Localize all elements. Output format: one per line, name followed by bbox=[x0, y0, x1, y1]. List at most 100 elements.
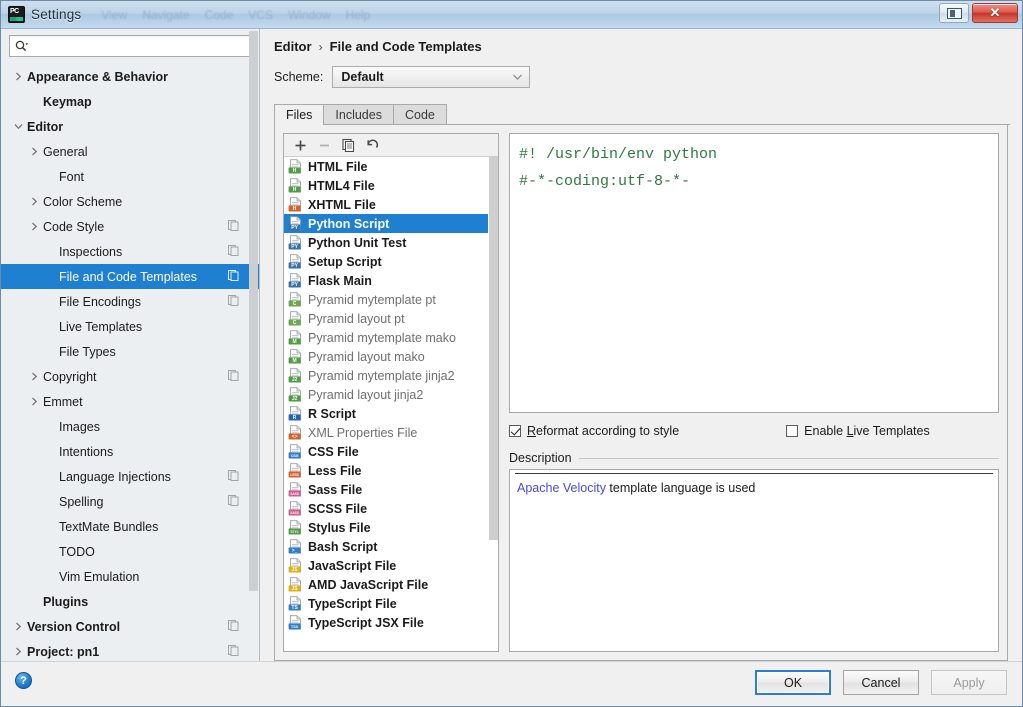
ok-button[interactable]: OK bbox=[755, 670, 831, 695]
scheme-select[interactable]: Default bbox=[332, 66, 531, 88]
chevron-right-icon[interactable] bbox=[25, 197, 43, 206]
search-input[interactable] bbox=[32, 38, 245, 54]
close-window-button[interactable]: ✕ bbox=[972, 3, 1018, 23]
copy-settings-icon[interactable] bbox=[228, 619, 239, 634]
template-list-item[interactable]: <> XML Properties File bbox=[284, 423, 498, 442]
reset-template-button[interactable] bbox=[361, 135, 383, 155]
template-list-item[interactable]: C Pyramid layout pt bbox=[284, 309, 498, 328]
template-list-item[interactable]: PY Python Unit Test bbox=[284, 233, 498, 252]
sidebar-item-emmet[interactable]: Emmet bbox=[1, 389, 259, 414]
copy-settings-icon[interactable] bbox=[228, 469, 239, 484]
chevron-right-icon[interactable] bbox=[9, 72, 27, 81]
sidebar-item-intentions[interactable]: Intentions bbox=[1, 439, 259, 464]
template-list-item[interactable]: PY Flask Main bbox=[284, 271, 498, 290]
breadcrumb-parent[interactable]: Editor bbox=[274, 39, 312, 54]
template-list-item[interactable]: M Pyramid layout mako bbox=[284, 347, 498, 366]
chevron-right-icon[interactable] bbox=[9, 647, 27, 656]
sidebar-item-vim-emulation[interactable]: Vim Emulation bbox=[1, 564, 259, 589]
sidebar-item-todo[interactable]: TODO bbox=[1, 539, 259, 564]
tab-code[interactable]: Code bbox=[392, 104, 447, 124]
sidebar-item-file-and-code-templates[interactable]: File and Code Templates bbox=[1, 264, 259, 289]
template-list-item[interactable]: R R Script bbox=[284, 404, 498, 423]
template-list-item[interactable]: J2 Pyramid mytemplate jinja2 bbox=[284, 366, 498, 385]
template-list-item[interactable]: SASS SCSS File bbox=[284, 499, 498, 518]
copy-settings-icon[interactable] bbox=[228, 294, 239, 309]
template-list-item[interactable]: SASS Sass File bbox=[284, 480, 498, 499]
chevron-right-icon[interactable] bbox=[25, 372, 43, 381]
copy-settings-icon[interactable] bbox=[228, 269, 239, 284]
template-list-item[interactable]: JS AMD JavaScript File bbox=[284, 575, 498, 594]
apache-velocity-link[interactable]: Apache Velocity bbox=[517, 481, 606, 495]
sidebar-item-keymap[interactable]: Keymap bbox=[1, 89, 259, 114]
sidebar-item-images[interactable]: Images bbox=[1, 414, 259, 439]
copy-template-button[interactable] bbox=[337, 135, 359, 155]
sidebar-item-label: File and Code Templates bbox=[59, 269, 198, 284]
template-list-item[interactable]: JS JavaScript File bbox=[284, 556, 498, 575]
sidebar-item-file-encodings[interactable]: File Encodings bbox=[1, 289, 259, 314]
reformat-checkbox-label: Reformat according to style bbox=[527, 424, 680, 438]
template-list-item[interactable]: TS TypeScript File bbox=[284, 594, 498, 613]
template-list-item[interactable]: STYL Stylus File bbox=[284, 518, 498, 537]
sidebar-item-inspections[interactable]: Inspections bbox=[1, 239, 259, 264]
reformat-checkbox-row[interactable]: Reformat according to style bbox=[509, 424, 679, 438]
template-list-item[interactable]: H XHTML File bbox=[284, 195, 498, 214]
sidebar-item-language-injections[interactable]: Language Injections bbox=[1, 464, 259, 489]
sidebar-item-general[interactable]: General bbox=[1, 139, 259, 164]
chevron-right-icon[interactable] bbox=[25, 222, 43, 231]
chevron-down-icon[interactable] bbox=[9, 122, 27, 131]
sidebar-item-copyright[interactable]: Copyright bbox=[1, 364, 259, 389]
search-box[interactable] bbox=[9, 35, 251, 57]
chevron-right-icon[interactable] bbox=[9, 622, 27, 631]
template-options: Reformat according to style Enable Live … bbox=[509, 424, 999, 438]
tab-includes[interactable]: Includes bbox=[323, 104, 394, 124]
sidebar-scrollbar[interactable] bbox=[249, 31, 258, 659]
sidebar-item-appearance-behavior[interactable]: Appearance & Behavior bbox=[1, 64, 259, 89]
template-list-item[interactable]: J2 Pyramid layout jinja2 bbox=[284, 385, 498, 404]
template-list-item-label: HTML File bbox=[308, 159, 368, 174]
sidebar-item-code-style[interactable]: Code Style bbox=[1, 214, 259, 239]
apply-button[interactable]: Apply bbox=[931, 670, 1007, 695]
template-code-editor[interactable]: #! /usr/bin/env python #-*-coding:utf-8-*… bbox=[509, 133, 999, 413]
tab-files[interactable]: Files bbox=[274, 104, 325, 125]
restore-window-button[interactable] bbox=[939, 3, 969, 23]
template-list-item[interactable]: H HTML4 File bbox=[284, 176, 498, 195]
sidebar-item-textmate-bundles[interactable]: TextMate Bundles bbox=[1, 514, 259, 539]
template-list-scrollbar-thumb[interactable] bbox=[489, 157, 498, 540]
reformat-checkbox[interactable] bbox=[509, 425, 521, 437]
sidebar-item-color-scheme[interactable]: Color Scheme bbox=[1, 189, 259, 214]
remove-template-button[interactable] bbox=[313, 135, 335, 155]
copy-settings-icon[interactable] bbox=[228, 644, 239, 659]
sidebar-item-label: TODO bbox=[59, 544, 95, 559]
template-list-item[interactable]: CSS CSS File bbox=[284, 442, 498, 461]
sidebar-item-editor[interactable]: Editor bbox=[1, 114, 259, 139]
template-list-item[interactable]: M Pyramid mytemplate mako bbox=[284, 328, 498, 347]
template-list-item[interactable]: LESS Less File bbox=[284, 461, 498, 480]
copy-settings-icon[interactable] bbox=[228, 369, 239, 384]
live-templates-checkbox-row[interactable]: Enable Live Templates bbox=[786, 424, 930, 438]
sidebar-item-live-templates[interactable]: Live Templates bbox=[1, 314, 259, 339]
template-list-item[interactable]: H HTML File bbox=[284, 157, 498, 176]
sidebar-item-label: Code Style bbox=[43, 219, 105, 234]
chevron-right-icon[interactable] bbox=[25, 397, 43, 406]
live-templates-checkbox[interactable] bbox=[786, 425, 799, 437]
copy-settings-icon[interactable] bbox=[228, 244, 239, 259]
template-list-item[interactable]: >_ Bash Script bbox=[284, 537, 498, 556]
template-list-item[interactable]: TSX TypeScript JSX File bbox=[284, 613, 498, 632]
sidebar-item-font[interactable]: Font bbox=[1, 164, 259, 189]
add-template-button[interactable] bbox=[289, 135, 311, 155]
copy-settings-icon[interactable] bbox=[228, 494, 239, 509]
sidebar-item-plugins[interactable]: Plugins bbox=[1, 589, 259, 614]
sidebar-item-project-pn1[interactable]: Project: pn1 bbox=[1, 639, 259, 661]
cancel-button[interactable]: Cancel bbox=[843, 670, 919, 695]
copy-settings-icon[interactable] bbox=[228, 219, 239, 234]
template-list-item[interactable]: C Pyramid mytemplate pt bbox=[284, 290, 498, 309]
template-list-scrollbar[interactable] bbox=[488, 157, 498, 651]
sidebar-item-spelling[interactable]: Spelling bbox=[1, 489, 259, 514]
template-list-item[interactable]: PY Setup Script bbox=[284, 252, 498, 271]
sidebar-item-version-control[interactable]: Version Control bbox=[1, 614, 259, 639]
template-list-item[interactable]: PY Python Script bbox=[284, 214, 498, 233]
sidebar-item-file-types[interactable]: File Types bbox=[1, 339, 259, 364]
help-icon[interactable]: ? bbox=[15, 672, 32, 689]
chevron-right-icon[interactable] bbox=[25, 147, 43, 156]
sidebar-scrollbar-thumb[interactable] bbox=[249, 31, 258, 591]
